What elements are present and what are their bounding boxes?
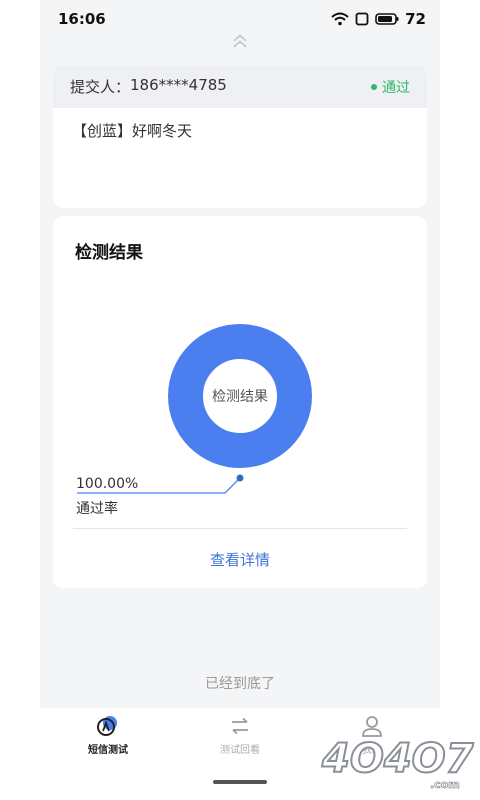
tab-test-review[interactable]: 测试回看 [190,714,290,756]
battery-icon [375,13,399,25]
end-of-list-text: 已经到底了 [205,676,275,692]
sms-content: 【创蓝】好啊冬天 [72,122,193,140]
tab-test-review-label: 测试回看 [220,745,260,756]
submission-card: 提交人： 186****4785 通过 【创蓝】好啊冬天 [53,65,427,208]
status-dot-icon [371,83,377,90]
status-badge: 通过 [371,77,410,97]
status-time: 16:06 [58,10,106,28]
sms-test-icon [97,716,117,736]
site-watermark-logo: 4O4O7 .com [320,735,475,791]
status-icons: 72 [331,9,426,29]
submitter: 提交人： 186****4785 [70,76,227,97]
view-details-link[interactable]: 查看详情 [53,549,427,570]
pass-rate-label: 通过率 [76,501,118,517]
divider [73,528,407,529]
pass-rate-chart: 检测结果 [77,324,312,494]
svg-text:.com: .com [430,778,460,791]
status-text: 通过 [382,79,410,96]
submitter-label: 提交人： [70,78,131,96]
submission-header: 提交人： 186****4785 通过 [53,65,427,108]
tab-sms-test-label: 短信测试 [88,745,128,756]
leader-dot [236,474,244,482]
app-screen: 16:06 72 提交人： 186****4785 通过 【创蓝】好啊冬天 检测… [40,0,440,800]
pass-rate-value: 100.00% [76,476,139,492]
submitter-phone: 186****4785 [130,76,227,94]
tab-sms-test[interactable]: 短信测试 [58,714,158,756]
result-card: 检测结果 检测结果 100.00% 通过率 查看详情 [53,216,427,588]
sim-icon [355,12,369,26]
home-indicator [213,780,267,784]
svg-text:4O4O7: 4O4O7 [321,736,474,782]
donut-center-label: 检测结果 [212,389,268,405]
chevron-up-icon[interactable] [230,32,250,50]
wifi-icon [331,12,349,26]
swap-icon [232,717,248,735]
battery-level: 72 [405,10,426,28]
